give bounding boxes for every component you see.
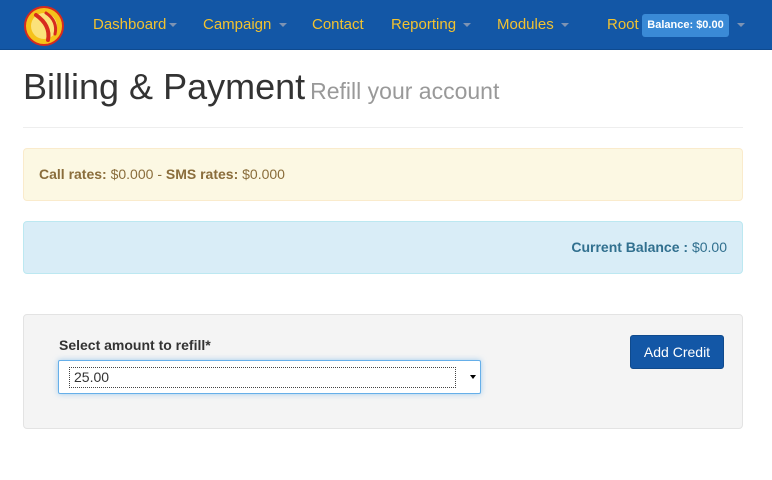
chevron-down-icon[interactable] <box>737 23 745 27</box>
chevron-down-icon <box>169 23 178 28</box>
call-rates-label: Call rates: <box>39 166 107 182</box>
refill-panel: Select amount to refill* 25.00 Add Credi… <box>23 314 743 429</box>
sms-rates-value: $0.000 <box>242 166 285 182</box>
nav-modules[interactable]: Modules <box>497 0 569 50</box>
brand-logo-icon[interactable] <box>24 6 64 46</box>
nav-dashboard[interactable]: Dashboard <box>93 0 178 50</box>
nav-reporting-label: Reporting <box>391 16 457 33</box>
top-navbar: Dashboard Campaign Contact Reporting Mod… <box>0 0 772 50</box>
rates-separator: - <box>157 166 162 182</box>
dropdown-arrow-icon[interactable] <box>470 375 476 379</box>
chevron-down-icon <box>463 23 472 28</box>
current-balance-label: Current Balance : <box>571 239 689 255</box>
sms-rates-label: SMS rates: <box>165 166 239 182</box>
refill-amount-select[interactable]: 25.00 <box>58 360 481 394</box>
add-credit-button[interactable]: Add Credit <box>630 335 724 369</box>
user-name: Root <box>607 16 639 33</box>
page-header: Billing & Payment Refill your account <box>23 66 743 128</box>
page-title: Billing & Payment <box>23 66 306 107</box>
rates-alert: Call rates: $0.000 - SMS rates: $0.000 <box>23 148 743 201</box>
balance-badge[interactable]: Balance: $0.00 <box>642 14 729 37</box>
nav-dashboard-label: Dashboard <box>93 16 167 33</box>
nav-campaign-label: Campaign <box>203 16 272 33</box>
chevron-down-icon <box>278 23 287 28</box>
refill-amount-label: Select amount to refill* <box>59 337 211 353</box>
current-balance-alert: Current Balance : $0.00 <box>23 221 743 274</box>
page-subtitle: Refill your account <box>310 78 500 104</box>
nav-campaign[interactable]: Campaign <box>203 0 287 50</box>
refill-amount-selected: 25.00 <box>69 367 456 388</box>
nav-modules-label: Modules <box>497 16 554 33</box>
call-rates-value: $0.000 <box>110 166 154 182</box>
nav-contact-label: Contact <box>312 16 364 33</box>
nav-contact[interactable]: Contact <box>312 0 364 50</box>
chevron-down-icon <box>560 23 569 28</box>
current-balance-value: $0.00 <box>691 239 727 255</box>
nav-reporting[interactable]: Reporting <box>391 0 472 50</box>
nav-user-menu[interactable]: Root <box>607 0 639 50</box>
